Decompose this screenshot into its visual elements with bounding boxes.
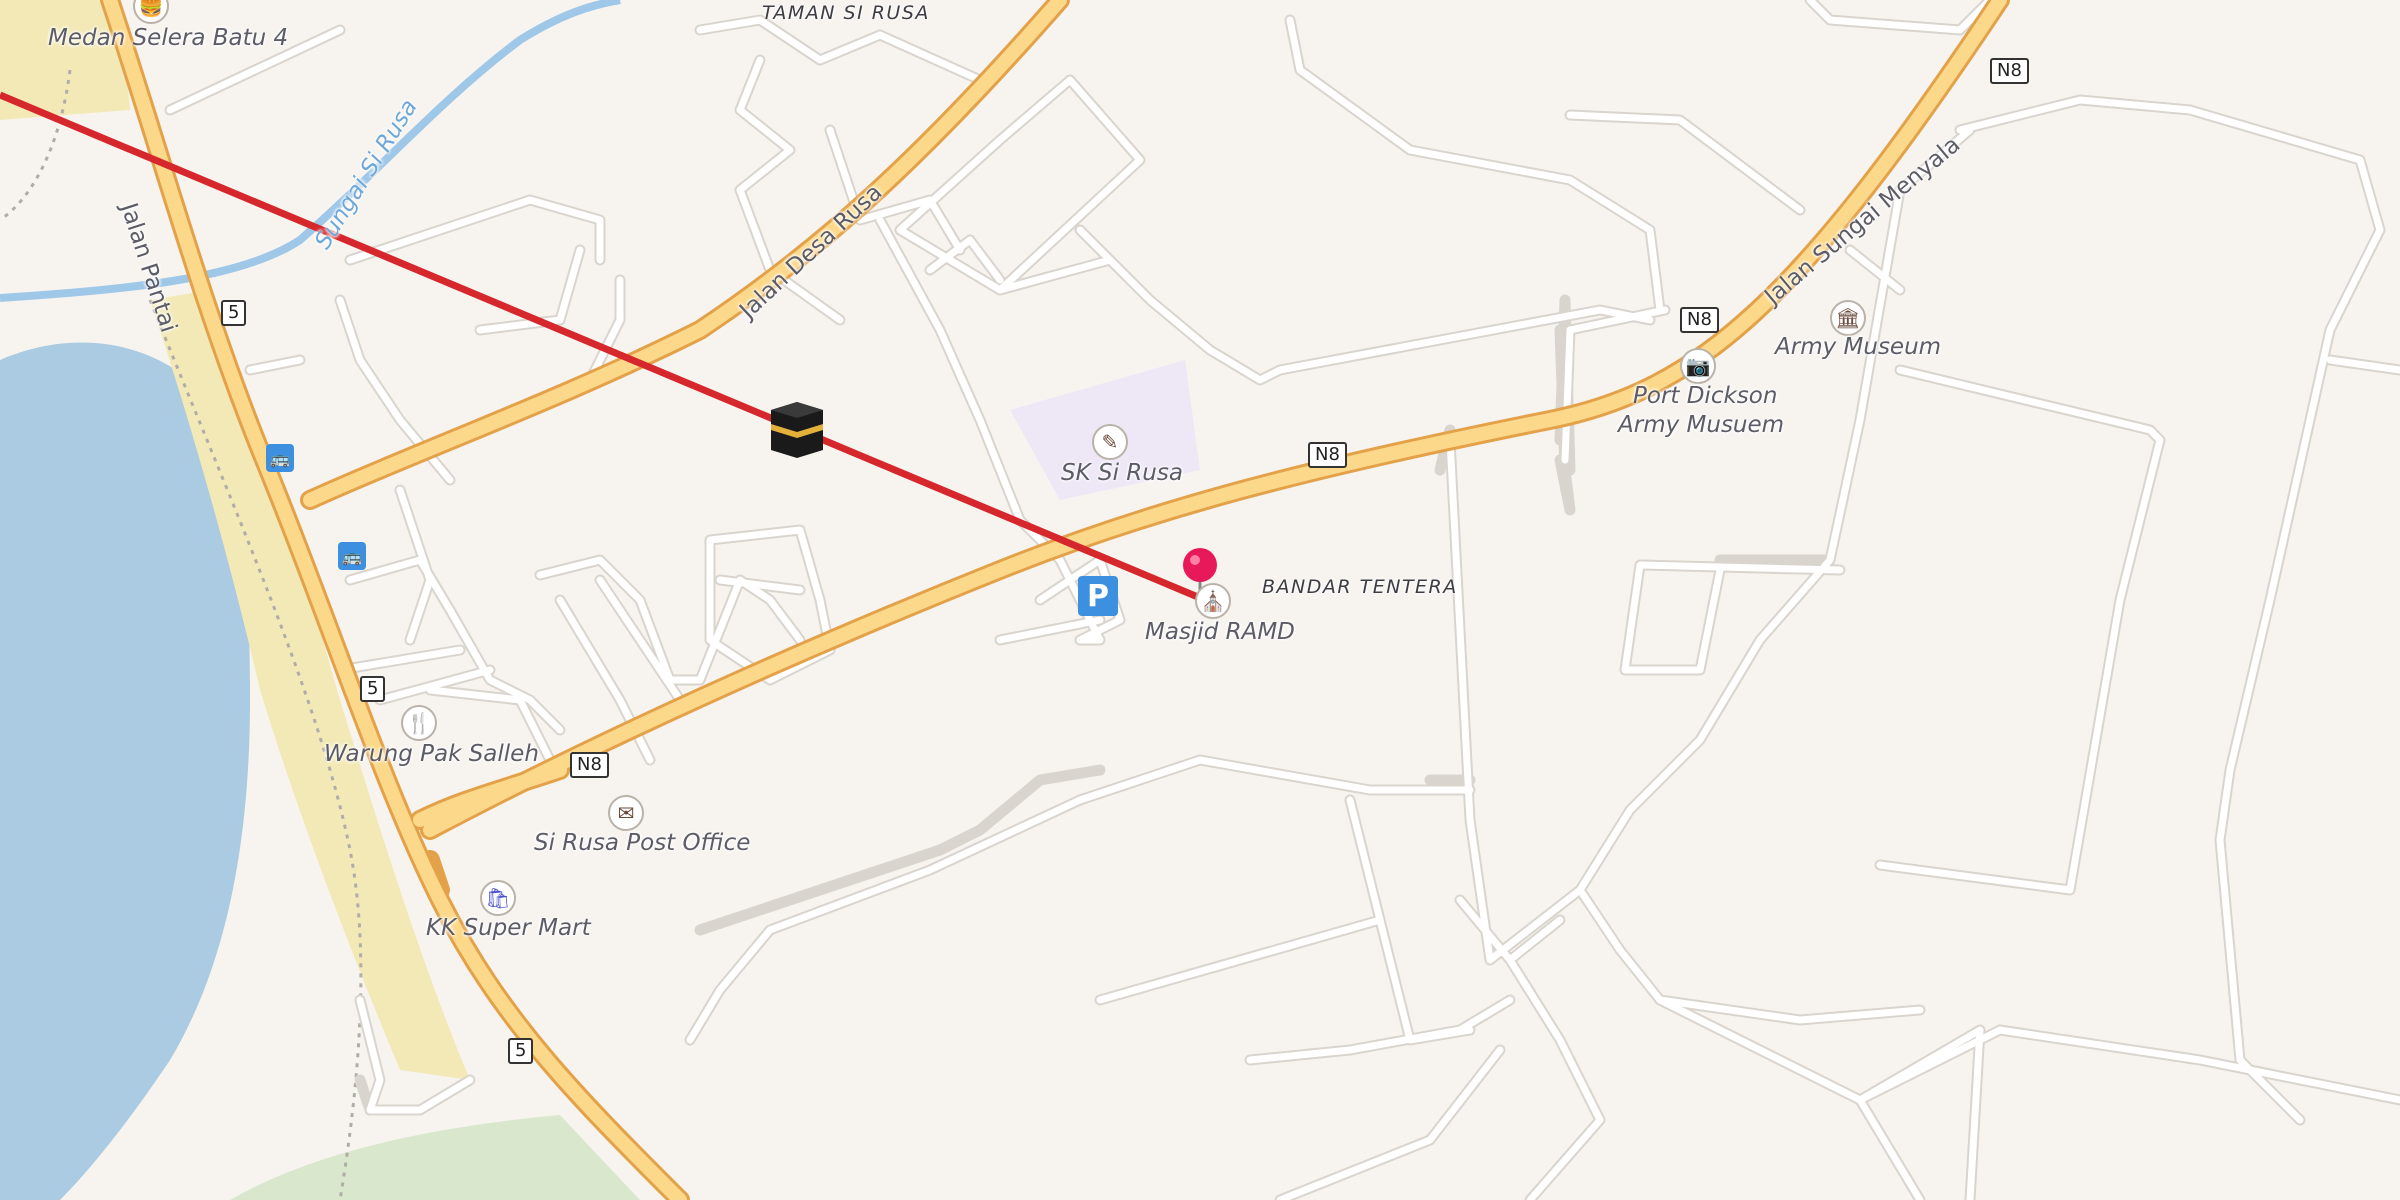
route-shield-5: 5 — [508, 1038, 534, 1064]
museum-icon[interactable]: 🏛 — [1830, 300, 1866, 336]
poi-label-army-museum[interactable]: Army Museum — [1775, 334, 1941, 360]
area-label-taman-si-rusa: TAMAN SI RUSA — [762, 2, 930, 24]
poi-label-medan-selera[interactable]: Medan Selera Batu 4 — [48, 25, 288, 51]
route-shield-5: 5 — [221, 300, 247, 326]
shopping-bag-icon[interactable]: 🛍 — [480, 880, 516, 916]
parking-icon[interactable]: P — [1078, 576, 1118, 616]
route-shield-n8: N8 — [1308, 442, 1347, 468]
poi-label-masjid-ramd[interactable]: Masjid RAMD — [1145, 619, 1295, 645]
park — [230, 1115, 640, 1200]
poi-label-port-dickson-line1[interactable]: Port Dickson — [1633, 383, 1777, 409]
bus-stop-icon[interactable]: 🚌 — [266, 444, 294, 472]
route-shield-5: 5 — [360, 676, 386, 702]
route-shield-n8: N8 — [1680, 307, 1719, 333]
route-shield-n8: N8 — [570, 752, 609, 778]
area-label-bandar-tentera: BANDAR TENTERA — [1262, 576, 1458, 598]
poi-label-warung-pak-salleh[interactable]: Warung Pak Salleh — [324, 741, 539, 767]
poi-label-sk-si-rusa[interactable]: SK Si Rusa — [1061, 460, 1183, 486]
poi-label-port-dickson-line2[interactable]: Army Musuem — [1618, 412, 1784, 438]
route-shield-n8: N8 — [1990, 58, 2029, 84]
mail-icon[interactable]: ✉ — [608, 795, 644, 831]
bus-stop-icon[interactable]: 🚌 — [338, 542, 366, 570]
school-icon[interactable]: ✎ — [1092, 424, 1128, 460]
kaaba-icon — [771, 402, 823, 458]
mosque-icon[interactable]: ⛪ — [1195, 583, 1231, 619]
poi-label-si-rusa-post-office[interactable]: Si Rusa Post Office — [534, 830, 750, 856]
camera-icon[interactable]: 📷 — [1680, 348, 1716, 384]
map-canvas[interactable]: TAMAN SI RUSA BANDAR TENTERA Jalan Panta… — [0, 0, 2400, 1200]
restaurant-icon[interactable]: 🍴 — [401, 705, 437, 741]
poi-label-kk-super-mart[interactable]: KK Super Mart — [426, 915, 591, 941]
